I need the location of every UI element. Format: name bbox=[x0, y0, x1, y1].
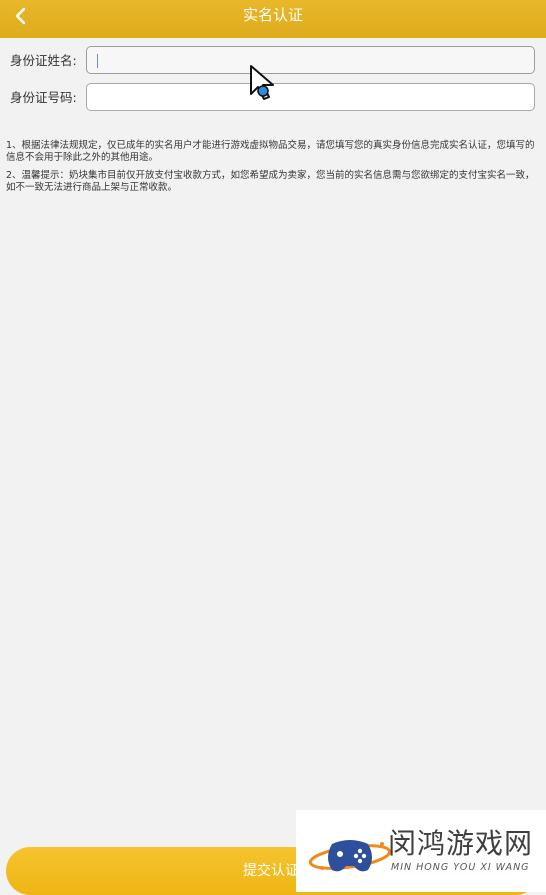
id-number-label: 身份证号码: bbox=[10, 90, 77, 105]
gamepad-logo-icon bbox=[308, 840, 392, 872]
notice-item-2: 2、温馨提示：奶块集市目前仅开放支付宝收款方式，如您希望成为卖家，您当前的实名信… bbox=[6, 170, 535, 193]
text-caret bbox=[97, 54, 98, 68]
notice-text: 1、根据法律法规规定，仅已成年的实名用户才能进行游戏虚拟物品交易，请您填写您的真… bbox=[6, 140, 538, 200]
notice-item-1: 1、根据法律法规规定，仅已成年的实名用户才能进行游戏虚拟物品交易，请您填写您的真… bbox=[6, 140, 535, 163]
id-number-input[interactable] bbox=[86, 83, 535, 111]
watermark-subtitle: MIN HONG YOU XI WANG bbox=[391, 862, 530, 873]
page-title: 实名认证 bbox=[242, 6, 303, 24]
mouse-cursor-icon bbox=[250, 65, 274, 100]
submit-label: 提交认证 bbox=[243, 863, 299, 879]
id-name-label: 身份证姓名: bbox=[10, 53, 77, 68]
header-bar: 实名认证 bbox=[0, 0, 546, 38]
id-name-input[interactable] bbox=[86, 46, 535, 74]
watermark-name: 闵鸿游戏网 bbox=[388, 827, 534, 860]
watermark: 闵鸿游戏网 MIN HONG YOU XI WANG bbox=[296, 810, 546, 892]
